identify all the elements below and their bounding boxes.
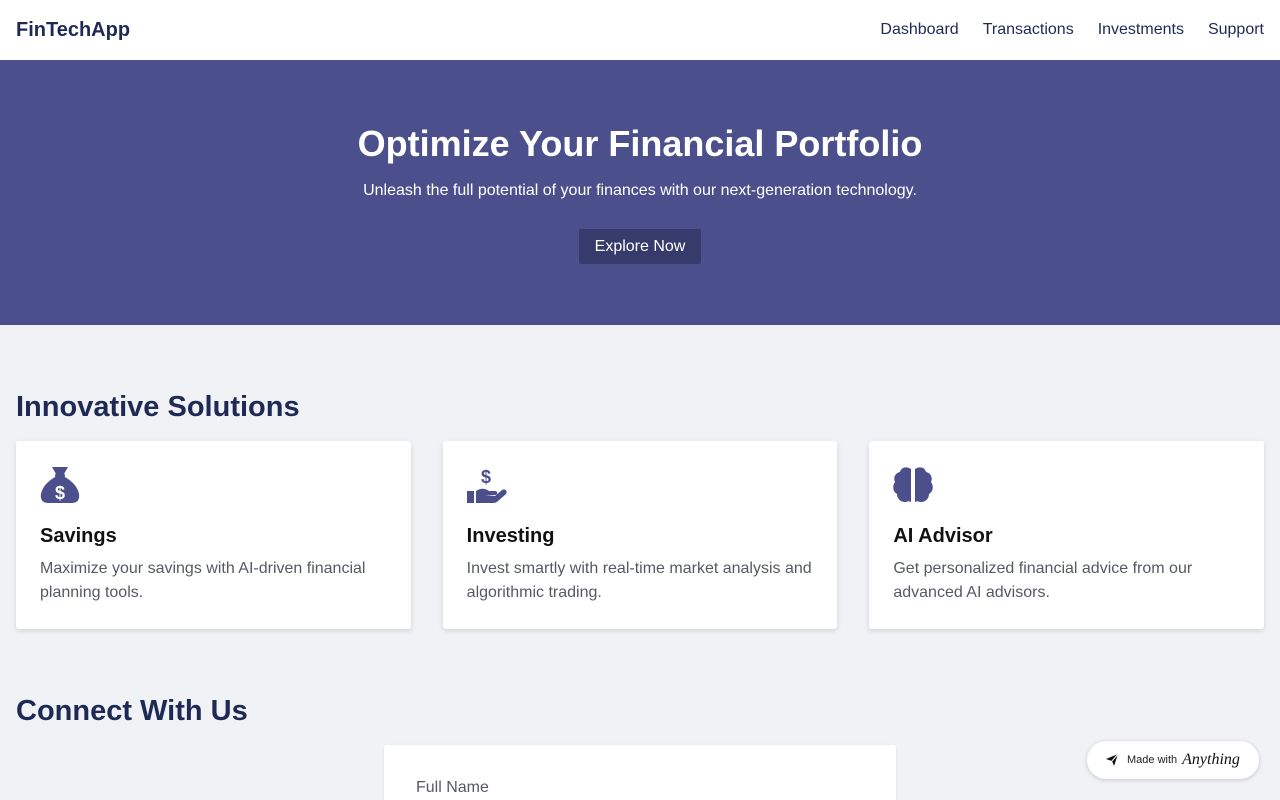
card-description: Maximize your savings with AI-driven fin… xyxy=(40,560,366,601)
anything-brand-text: Anything xyxy=(1182,751,1240,768)
svg-text:$: $ xyxy=(481,467,491,487)
made-with-badge[interactable]: Made with Anything xyxy=(1087,741,1259,779)
card-title: AI Advisor xyxy=(893,525,993,547)
explore-now-button[interactable]: Explore Now xyxy=(578,229,702,264)
nav-link-dashboard[interactable]: Dashboard xyxy=(880,21,958,39)
card-investing: $ Investing Invest smartly with real-tim… xyxy=(442,441,838,629)
card-savings: $ Savings Maximize your savings with AI-… xyxy=(16,441,411,629)
hand-dollar-icon: $ xyxy=(466,466,507,504)
made-with-text: Made with xyxy=(1127,754,1178,766)
nav-link-support[interactable]: Support xyxy=(1208,21,1264,39)
full-name-label: Full Name xyxy=(416,779,489,796)
solutions-title: Innovative Solutions xyxy=(16,391,300,423)
top-navbar: FinTechApp Dashboard Transactions Invest… xyxy=(0,0,1280,60)
svg-text:$: $ xyxy=(55,483,65,503)
card-title: Investing xyxy=(466,525,555,547)
nav-link-investments[interactable]: Investments xyxy=(1098,21,1184,39)
hero-subtitle: Unleash the full potential of your finan… xyxy=(363,182,917,199)
contact-form: Full Name xyxy=(384,745,896,800)
brand-logo-text[interactable]: FinTechApp xyxy=(16,19,130,42)
card-description: Get personalized financial advice from o… xyxy=(893,560,1193,601)
card-title: Savings xyxy=(40,525,117,547)
anything-logo-icon xyxy=(1106,753,1119,766)
money-bag-icon: $ xyxy=(40,466,80,504)
nav-link-transactions[interactable]: Transactions xyxy=(983,21,1074,39)
hero-title: Optimize Your Financial Portfolio xyxy=(357,123,923,164)
connect-title: Connect With Us xyxy=(16,695,248,727)
card-ai-advisor: AI Advisor Get personalized financial ad… xyxy=(869,441,1265,629)
brain-icon xyxy=(893,466,934,504)
solutions-cards: $ Savings Maximize your savings with AI-… xyxy=(0,441,1280,629)
card-description: Invest smartly with real-time market ana… xyxy=(466,560,812,601)
hero-section: Optimize Your Financial Portfolio Unleas… xyxy=(0,60,1280,325)
main-nav: Dashboard Transactions Investments Suppo… xyxy=(880,21,1264,39)
